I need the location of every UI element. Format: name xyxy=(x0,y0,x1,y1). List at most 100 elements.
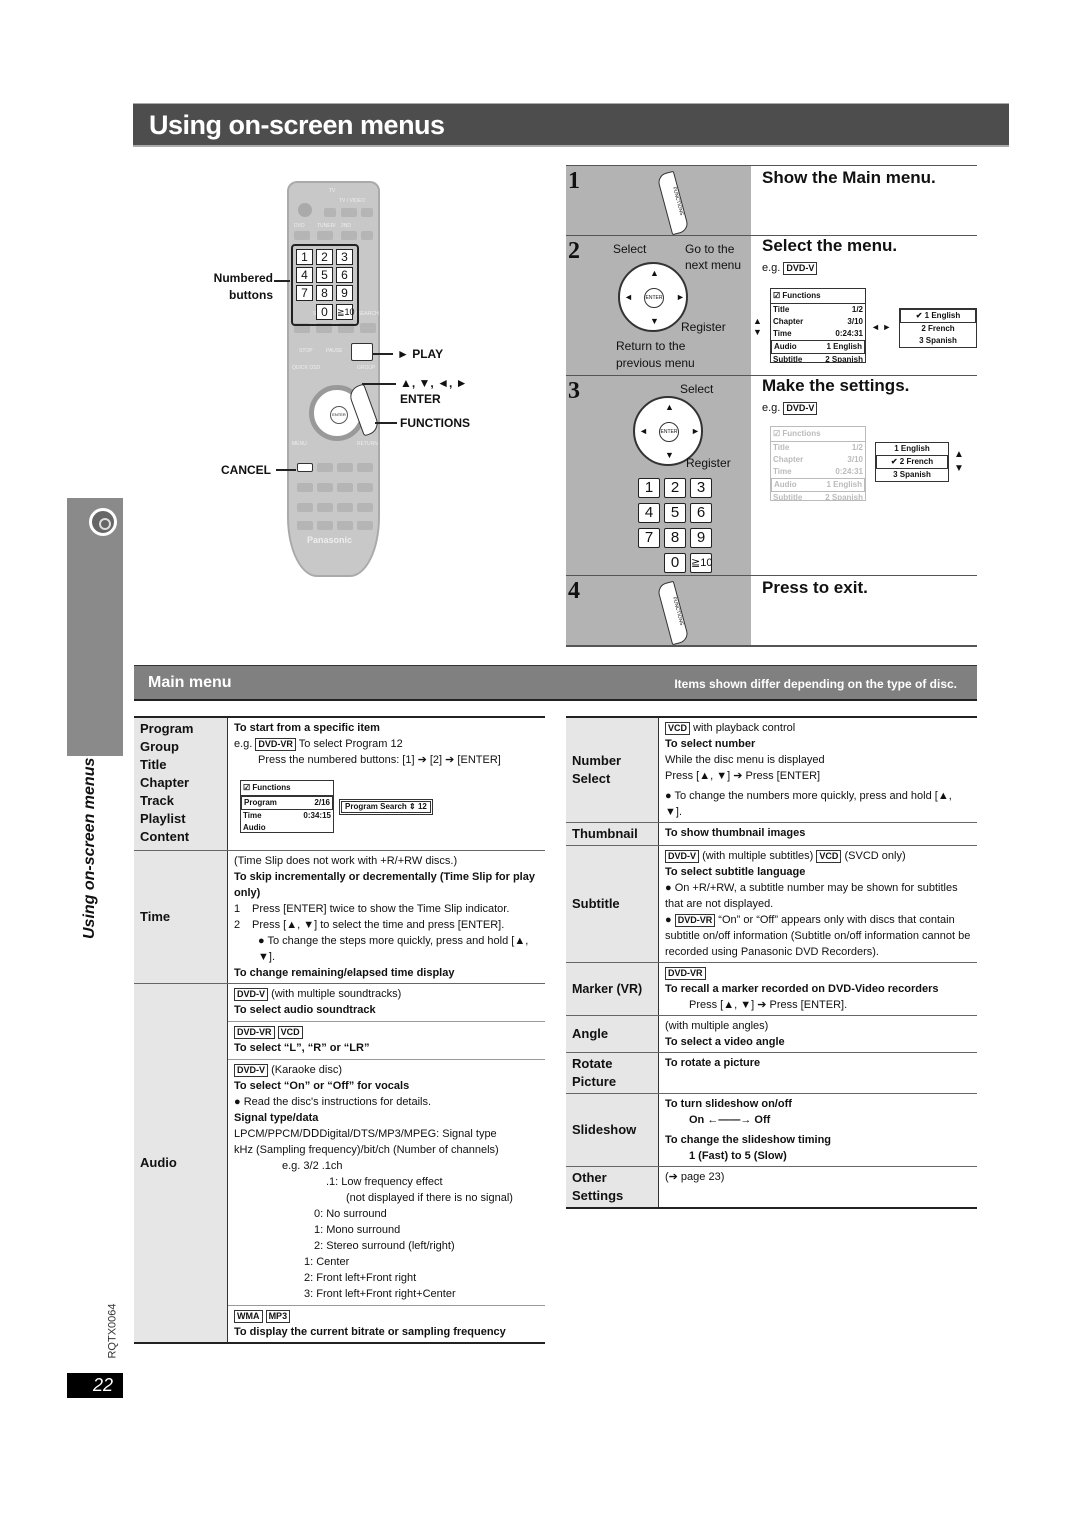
disc-type-tag: DVD-VR xyxy=(234,1026,275,1039)
functions-osd-title: ☑ Functions xyxy=(773,291,821,300)
side-tab xyxy=(67,498,123,756)
row-label: Number Select xyxy=(566,718,659,822)
key-4: 4 xyxy=(296,267,313,283)
register-label: Register xyxy=(686,456,731,470)
setup-button xyxy=(297,521,313,530)
row-content: To show thumbnail images xyxy=(665,827,806,839)
disc-type-tag: DVD-V xyxy=(665,850,700,863)
key-9: 9 xyxy=(336,285,353,301)
osd-row: Time 0:24:31 xyxy=(773,467,863,476)
key-2: 2 xyxy=(316,249,333,265)
table-row-program: Program Group Title Chapter Track Playli… xyxy=(134,718,545,851)
up-arrow-icon: ▲ xyxy=(665,402,674,412)
key-8: 8 xyxy=(316,285,333,301)
row-label: Other Settings xyxy=(566,1167,659,1207)
pause-label: PAUSE xyxy=(326,348,343,354)
step-3: 3 Select ENTER ▲ ▼ ◄ ► Register 1 2 3 4 … xyxy=(566,375,977,575)
arrows-callout: ▲, ▼, ◄, ► xyxy=(400,376,468,390)
select-label: Select xyxy=(613,242,647,256)
osd-row-selected: Audio 1 English xyxy=(771,340,865,354)
table-row-slideshow: Slideshow To turn slideshow on/off On ←—… xyxy=(566,1094,977,1167)
row-label: Thumbnail xyxy=(566,823,659,845)
key-0: 0 xyxy=(664,553,686,573)
tv-label: TV xyxy=(329,188,336,194)
key-3: 3 xyxy=(336,249,353,265)
go-next-label-2: next menu xyxy=(685,258,742,272)
row-content: VCD with playback control To select numb… xyxy=(665,722,952,818)
play-callout: ► PLAY xyxy=(397,347,444,361)
step-number: 3 xyxy=(568,378,580,404)
option-item: 3 Spanish xyxy=(893,470,931,479)
search-fwd-button xyxy=(360,323,376,333)
step-2: 2 Select Go to the next menu ENTER ▲ ▼ ◄… xyxy=(566,235,977,375)
osd-row: Subtitle 2 Spanish xyxy=(773,355,863,362)
functions-osd: ☑ Functions Title 1/2 Chapter 3/10 Time 0:2… xyxy=(770,288,866,363)
tv-video-button xyxy=(341,208,357,217)
functions-osd: ☑ Functions Program 2/16 Time 0:34:15 Audi… xyxy=(240,780,334,833)
option-item: 2 French xyxy=(921,324,955,333)
row-content: DVD-V (with multiple soundtracks) To sel… xyxy=(228,984,545,1342)
key-0: 0 xyxy=(316,304,333,320)
osd-row-selected: Audio 1 English xyxy=(771,478,865,492)
select-button xyxy=(341,231,357,240)
example-label: e.g. DVD-V xyxy=(762,262,818,275)
row-label: Audio xyxy=(134,984,228,1342)
go-next-label: Go to the xyxy=(685,242,735,256)
srd-button xyxy=(337,483,353,492)
down-arrow-icon: ▼ xyxy=(665,450,674,460)
step-heading: Press to exit. xyxy=(762,578,868,597)
main-menu-header: Main menu Items shown differ depending o… xyxy=(134,665,977,701)
key-6: 6 xyxy=(336,267,353,283)
table-row-audio: Audio DVD-V (with multiple soundtracks) … xyxy=(134,984,545,1342)
menu-label: MENU xyxy=(292,441,307,447)
disc-type-tag: DVD-VR xyxy=(665,967,706,980)
page-title: Using on-screen menus xyxy=(149,110,445,140)
table-row-time: Time (Time Slip does not work with +R/+R… xyxy=(134,851,545,984)
numbered-buttons-callout: Numbered xyxy=(213,271,273,285)
sleep-button xyxy=(297,503,313,512)
band-button xyxy=(317,231,333,240)
right-arrow-icon: ► xyxy=(676,292,685,302)
c-focus-button xyxy=(337,503,353,512)
up-down-arrows-icon: ▲ ▼ xyxy=(753,316,762,337)
option-item: ✔ 1 English xyxy=(900,309,976,323)
down-arrow-icon: ▼ xyxy=(650,316,659,326)
row-content: To start from a specific item e.g. DVD-V… xyxy=(234,722,501,833)
osd-row: Chapter 3/10 xyxy=(773,455,863,464)
osd-row: Audio xyxy=(243,823,266,832)
step-heading: Show the Main menu. xyxy=(762,168,936,187)
group-label: GROUP xyxy=(357,365,376,371)
dpl-button xyxy=(357,483,373,492)
table-row-subtitle: Subtitle DVD-V (with multiple subtitles)… xyxy=(566,846,977,963)
dvd-button xyxy=(294,231,310,240)
return-label-2: previous menu xyxy=(616,356,695,370)
right-arrow-icon: ► xyxy=(691,426,700,436)
muting-button xyxy=(357,521,373,530)
osd-row: Title 1/2 xyxy=(773,305,863,314)
row-content[interactable]: (➔ page 23) xyxy=(659,1167,977,1207)
callout-line xyxy=(274,280,290,282)
step-4: 4 FUNCTIONS Press to exit. xyxy=(566,575,977,647)
osd-row: Time 0:34:15 xyxy=(243,811,331,820)
ch-select-button xyxy=(337,521,353,530)
option-item: 1 English xyxy=(894,444,930,453)
disc-type-tag: DVD-V xyxy=(234,988,269,1001)
callout-line xyxy=(373,353,393,355)
osd-row: Time 0:24:31 xyxy=(773,329,863,338)
enter-key-icon: ENTER xyxy=(659,422,679,442)
disc-type-tag: DVD-V xyxy=(783,402,818,415)
callout-line xyxy=(375,422,397,424)
step-heading: Make the settings. xyxy=(762,376,910,395)
step-1: 1 FUNCTIONS Show the Main menu. xyxy=(566,165,977,236)
quick-osd-label: QUICK OSD xyxy=(292,365,321,371)
return-label: Return to the xyxy=(616,339,686,353)
key-10-plus: ≧10 xyxy=(336,304,355,320)
stop-label: STOP xyxy=(299,348,313,354)
callout-line xyxy=(276,469,296,471)
key-2: 2 xyxy=(664,478,686,498)
page-23-link[interactable]: (➔ page 23) xyxy=(665,1171,724,1183)
key-4: 4 xyxy=(638,503,660,523)
enter-button: ENTER xyxy=(330,406,348,424)
main-menu-table-right: Number Select VCD with playback control … xyxy=(566,716,977,1209)
options-list: 1 English ✔ 2 French 3 Spanish xyxy=(875,442,949,482)
